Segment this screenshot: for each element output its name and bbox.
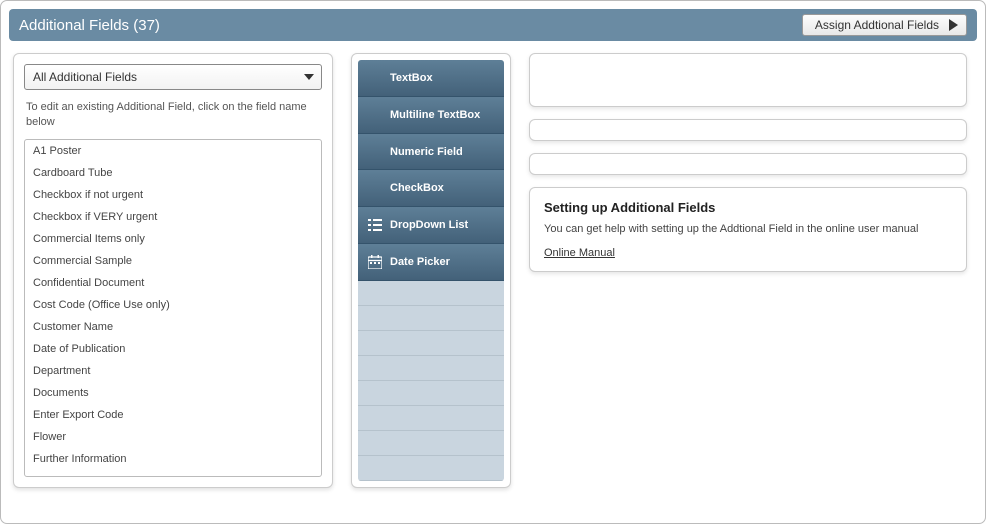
fields-panel: All Additional Fields To edit an existin… xyxy=(13,53,333,488)
field-type-label: DropDown List xyxy=(390,219,468,231)
app-window: Additional Fields (37) Assign Addtional … xyxy=(0,0,986,524)
list-icon xyxy=(368,218,382,232)
main-columns: All Additional Fields To edit an existin… xyxy=(9,53,977,488)
field-type-label: TextBox xyxy=(390,72,433,84)
instruction-text: To edit an existing Additional Field, cl… xyxy=(26,100,320,131)
field-list-item[interactable]: Gift xyxy=(25,470,321,476)
empty-row xyxy=(358,431,504,456)
field-list-item[interactable]: Commercial Sample xyxy=(25,250,321,272)
empty-row xyxy=(358,456,504,481)
blank-icon xyxy=(368,108,382,122)
field-type-list: TextBox Multiline TextBox Numeric Field Che… xyxy=(358,60,504,481)
filter-dropdown[interactable]: All Additional Fields xyxy=(24,64,322,90)
page-header: Additional Fields (37) Assign Addtional … xyxy=(9,9,977,41)
filter-selected-value: All Additional Fields xyxy=(33,70,137,84)
field-list-item[interactable]: Further Information xyxy=(25,448,321,470)
field-type-label: Numeric Field xyxy=(390,146,463,158)
field-list-item[interactable]: Commercial Items only xyxy=(25,228,321,250)
field-list-item[interactable]: Customer Name xyxy=(25,316,321,338)
blank-icon xyxy=(368,71,382,85)
field-list-item[interactable]: Checkbox if not urgent xyxy=(25,184,321,206)
field-type-numeric-field[interactable]: Numeric Field xyxy=(358,134,504,171)
field-list-item[interactable]: Checkbox if VERY urgent xyxy=(25,206,321,228)
help-body: You can get help with setting up the Add… xyxy=(544,223,952,235)
blank-icon xyxy=(368,181,382,195)
field-type-dropdown-list[interactable]: DropDown List xyxy=(358,207,504,244)
field-list-item[interactable]: A1 Poster xyxy=(25,140,321,162)
field-list[interactable]: A1 PosterCardboard TubeCheckbox if not u… xyxy=(25,140,321,476)
field-list-item[interactable]: Date of Publication xyxy=(25,338,321,360)
placeholder-panel-2 xyxy=(529,119,967,141)
field-list-item[interactable]: Confidential Document xyxy=(25,272,321,294)
empty-row xyxy=(358,356,504,381)
empty-row xyxy=(358,331,504,356)
field-list-item[interactable]: Department xyxy=(25,360,321,382)
right-column: Setting up Additional Fields You can get… xyxy=(529,53,967,488)
calendar-icon xyxy=(368,255,382,269)
empty-row xyxy=(358,381,504,406)
field-type-checkbox[interactable]: CheckBox xyxy=(358,170,504,207)
help-title: Setting up Additional Fields xyxy=(544,200,952,215)
online-manual-link[interactable]: Online Manual xyxy=(544,247,615,259)
blank-icon xyxy=(368,145,382,159)
field-type-multiline-textbox[interactable]: Multiline TextBox xyxy=(358,97,504,134)
field-list-item[interactable]: Flower xyxy=(25,426,321,448)
field-list-item[interactable]: Cardboard Tube xyxy=(25,162,321,184)
placeholder-panel-1 xyxy=(529,53,967,107)
assign-additional-fields-button[interactable]: Assign Addtional Fields xyxy=(802,14,967,36)
placeholder-panel-3 xyxy=(529,153,967,175)
chevron-down-icon xyxy=(304,74,314,80)
empty-row xyxy=(358,281,504,306)
field-types-panel: TextBox Multiline TextBox Numeric Field Che… xyxy=(351,53,511,488)
field-list-container: A1 PosterCardboard TubeCheckbox if not u… xyxy=(24,139,322,477)
field-type-label: Multiline TextBox xyxy=(390,109,480,121)
assign-button-label: Assign Addtional Fields xyxy=(815,18,939,32)
field-type-label: CheckBox xyxy=(390,182,444,194)
empty-row xyxy=(358,406,504,431)
field-type-empty-area xyxy=(358,281,504,481)
page-title: Additional Fields (37) xyxy=(19,17,160,34)
field-type-date-picker[interactable]: Date Picker xyxy=(358,244,504,281)
arrow-right-icon xyxy=(949,19,958,31)
field-type-label: Date Picker xyxy=(390,256,450,268)
field-list-item[interactable]: Cost Code (Office Use only) xyxy=(25,294,321,316)
field-list-item[interactable]: Enter Export Code xyxy=(25,404,321,426)
field-type-textbox[interactable]: TextBox xyxy=(358,60,504,97)
empty-row xyxy=(358,306,504,331)
field-list-item[interactable]: Documents xyxy=(25,382,321,404)
help-panel: Setting up Additional Fields You can get… xyxy=(529,187,967,272)
